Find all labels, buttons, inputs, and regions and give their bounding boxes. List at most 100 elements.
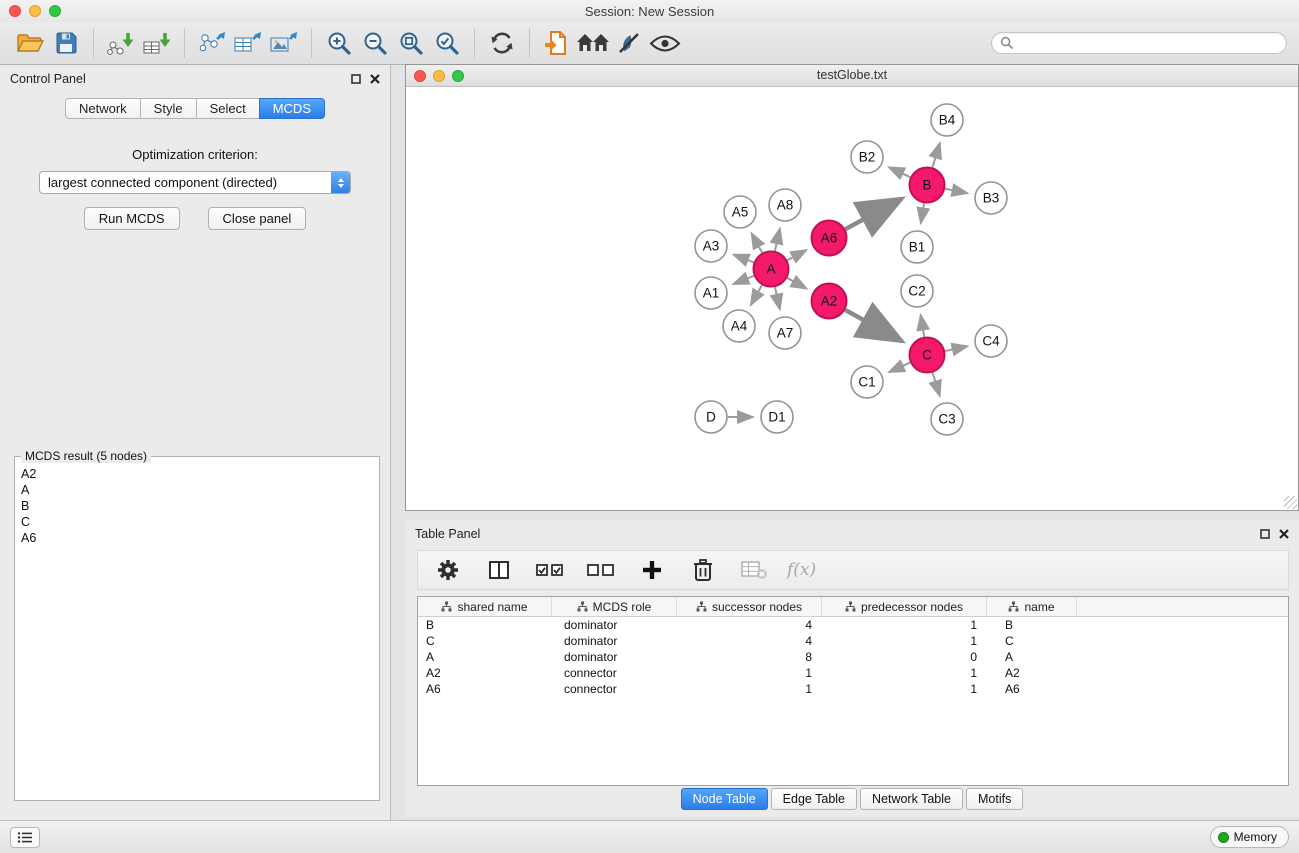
graph-node-A[interactable]: A (754, 252, 789, 287)
result-list-item[interactable]: C (17, 514, 377, 530)
column-header-mcds-role[interactable]: MCDS role (552, 597, 677, 616)
table-row[interactable]: Adominator80A (418, 649, 1288, 665)
zoom-out-icon[interactable] (357, 24, 393, 62)
graph-edge-A-A8[interactable] (775, 228, 780, 250)
zoom-in-icon[interactable] (321, 24, 357, 62)
graph-edge-A6-B[interactable] (845, 199, 902, 230)
float-panel-icon[interactable] (351, 74, 361, 84)
graph-edge-A-A7[interactable] (775, 287, 780, 309)
resize-grip[interactable] (1284, 496, 1297, 509)
graph-node-A3[interactable]: A3 (695, 230, 727, 262)
graph-node-A4[interactable]: A4 (723, 310, 755, 342)
tab-mcds[interactable]: MCDS (259, 98, 325, 119)
result-list-item[interactable]: A6 (17, 530, 377, 546)
run-mcds-button[interactable]: Run MCDS (84, 207, 180, 230)
open-session-icon[interactable] (12, 24, 48, 62)
zoom-selected-icon[interactable] (429, 24, 465, 62)
refresh-layout-icon[interactable] (484, 24, 520, 62)
result-list-item[interactable]: A (17, 482, 377, 498)
add-column-icon[interactable] (634, 551, 670, 589)
mcds-result-list[interactable]: A2ABCA6 (17, 466, 377, 798)
close-panel-icon[interactable] (370, 74, 380, 84)
graph-edge-A-A2[interactable] (787, 278, 806, 289)
float-table-panel-icon[interactable] (1260, 529, 1270, 539)
result-list-item[interactable]: A2 (17, 466, 377, 482)
show-columns-icon[interactable] (481, 551, 517, 589)
column-header-name[interactable]: name (987, 597, 1077, 616)
graph-edge-A-A3[interactable] (733, 255, 753, 263)
graph-node-B[interactable]: B (910, 168, 945, 203)
graph-node-D1[interactable]: D1 (761, 401, 793, 433)
tab-style[interactable]: Style (140, 98, 197, 119)
deselect-all-rows-icon[interactable] (583, 551, 619, 589)
table-row[interactable]: Bdominator41B (418, 617, 1288, 633)
graph-edge-B-B4[interactable] (932, 143, 940, 167)
result-list-item[interactable]: B (17, 498, 377, 514)
graph-node-A1[interactable]: A1 (695, 277, 727, 309)
close-table-panel-icon[interactable] (1279, 529, 1289, 539)
document-icon[interactable] (539, 24, 575, 62)
table-row[interactable]: A2connector11A2 (418, 665, 1288, 681)
export-image-icon[interactable] (266, 24, 302, 62)
graph-node-C2[interactable]: C2 (901, 275, 933, 307)
delete-table-icon[interactable] (736, 551, 772, 589)
graph-node-B1[interactable]: B1 (901, 231, 933, 263)
graph-node-B3[interactable]: B3 (975, 182, 1007, 214)
function-builder-icon[interactable]: f(x) (787, 560, 816, 580)
graph-node-A2[interactable]: A2 (812, 284, 847, 319)
import-network-icon[interactable] (103, 24, 139, 62)
select-all-rows-icon[interactable] (532, 551, 568, 589)
graph-edge-C-C4[interactable] (945, 346, 967, 351)
eye-icon[interactable] (647, 24, 683, 62)
tab-select[interactable]: Select (196, 98, 260, 119)
graph-edge-C-C3[interactable] (933, 373, 940, 396)
zoom-fit-icon[interactable] (393, 24, 429, 62)
column-header-shared-name[interactable]: shared name (418, 597, 552, 616)
graph-edge-B-B2[interactable] (889, 167, 910, 177)
tab-node-table[interactable]: Node Table (681, 788, 768, 810)
table-row[interactable]: A6connector11A6 (418, 681, 1288, 697)
export-network-icon[interactable] (194, 24, 230, 62)
memory-button[interactable]: Memory (1210, 826, 1289, 848)
table-settings-icon[interactable] (430, 551, 466, 589)
graph-node-C1[interactable]: C1 (851, 366, 883, 398)
column-header-predecessor-nodes[interactable]: predecessor nodes (822, 597, 987, 616)
tab-edge-table[interactable]: Edge Table (771, 788, 857, 810)
graph-edge-A-A6[interactable] (787, 250, 806, 260)
graph-edge-B-B3[interactable] (945, 189, 967, 194)
graph-edge-A2-C[interactable] (845, 310, 902, 341)
graph-node-C3[interactable]: C3 (931, 403, 963, 435)
export-table-icon[interactable] (230, 24, 266, 62)
graph-node-A7[interactable]: A7 (769, 317, 801, 349)
graph-node-C[interactable]: C (910, 338, 945, 373)
graph-node-A8[interactable]: A8 (769, 189, 801, 221)
graph-edge-A-A1[interactable] (733, 276, 754, 284)
network-canvas[interactable]: A A1 A2 A3 A4 A5 A6 A7 A8 B B1 B2 B3 B4 C C1 C2 C3 C4 D D1 (406, 87, 1298, 510)
graph-node-A6[interactable]: A6 (812, 221, 847, 256)
home-icon[interactable] (575, 24, 611, 62)
delete-column-icon[interactable] (685, 551, 721, 589)
hide-annotations-icon[interactable] (611, 24, 647, 62)
search-input[interactable] (1019, 36, 1278, 51)
graph-node-B4[interactable]: B4 (931, 104, 963, 136)
import-table-icon[interactable] (139, 24, 175, 62)
graph-node-B2[interactable]: B2 (851, 141, 883, 173)
tab-motifs[interactable]: Motifs (966, 788, 1023, 810)
graph-edge-C-C2[interactable] (921, 315, 924, 337)
graph-edge-B-B1[interactable] (921, 203, 924, 223)
graph-node-A5[interactable]: A5 (724, 196, 756, 228)
graph-edge-A-A5[interactable] (751, 233, 762, 253)
save-session-icon[interactable] (48, 24, 84, 62)
criterion-dropdown[interactable]: largest connected component (directed) (39, 171, 351, 194)
graph-edge-C-C1[interactable] (889, 363, 910, 373)
graph-edge-A-A4[interactable] (751, 285, 762, 305)
network-window-titlebar[interactable]: testGlobe.txt (406, 65, 1298, 87)
tab-network[interactable]: Network (65, 98, 141, 119)
task-history-button[interactable] (10, 827, 40, 848)
tab-network-table[interactable]: Network Table (860, 788, 963, 810)
graph-node-D[interactable]: D (695, 401, 727, 433)
column-header-successor-nodes[interactable]: successor nodes (677, 597, 822, 616)
graph-node-C4[interactable]: C4 (975, 325, 1007, 357)
table-row[interactable]: Cdominator41C (418, 633, 1288, 649)
network-graph[interactable]: A A1 A2 A3 A4 A5 A6 A7 A8 B B1 B2 B3 B4 C C1 C2 C3 C4 D D1 (406, 87, 1298, 511)
